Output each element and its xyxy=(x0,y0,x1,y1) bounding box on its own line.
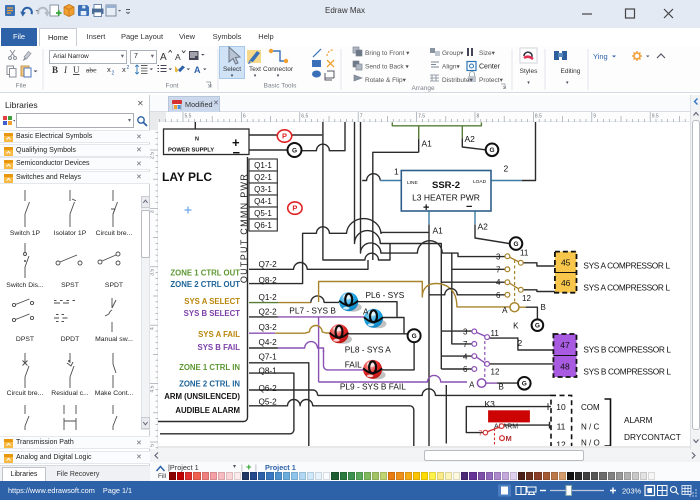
svg-text:11: 11 xyxy=(491,329,500,338)
svg-text:ZONE 2 CTRL OUT: ZONE 2 CTRL OUT xyxy=(170,280,240,289)
svg-text:10: 10 xyxy=(556,402,566,412)
svg-text:Q6-1: Q6-1 xyxy=(254,221,272,230)
svg-text:G: G xyxy=(535,323,540,330)
svg-text:AUDIBLE ALARM: AUDIBLE ALARM xyxy=(175,406,240,415)
svg-text:N / C: N / C xyxy=(581,423,599,432)
svg-text:6: 6 xyxy=(463,365,468,374)
svg-text:SYS A COMPRESSOR L: SYS A COMPRESSOR L xyxy=(583,261,670,271)
svg-text:3: 3 xyxy=(496,253,501,262)
svg-text:ALARM: ALARM xyxy=(624,415,653,425)
svg-text:4: 4 xyxy=(463,352,468,361)
svg-text:−: − xyxy=(466,201,472,213)
svg-text:Q7-1: Q7-1 xyxy=(259,352,278,361)
svg-text:A: A xyxy=(502,306,508,315)
svg-text:SYS B COMPRESSOR L: SYS B COMPRESSOR L xyxy=(583,345,671,355)
svg-text:4: 4 xyxy=(496,278,501,287)
svg-text:ARM (UNSILENCED): ARM (UNSILENCED) xyxy=(164,392,240,401)
svg-text:B: B xyxy=(499,382,504,391)
svg-text:G: G xyxy=(513,241,518,248)
svg-text:A1: A1 xyxy=(433,226,444,236)
svg-text:LOAD: LOAD xyxy=(473,179,487,185)
svg-text:DRYCONTACT: DRYCONTACT xyxy=(624,432,681,442)
svg-text:48: 48 xyxy=(560,362,570,372)
svg-text:Q2-1: Q2-1 xyxy=(254,173,272,182)
svg-text:7: 7 xyxy=(496,265,501,274)
svg-text:46: 46 xyxy=(561,278,571,288)
svg-text:11: 11 xyxy=(557,422,566,432)
svg-text:Q5-1: Q5-1 xyxy=(254,209,272,218)
svg-text:LAY PLC: LAY PLC xyxy=(162,170,212,184)
svg-text:2: 2 xyxy=(504,164,509,174)
svg-text:−: − xyxy=(233,145,241,160)
svg-text:ALARM: ALARM xyxy=(494,424,518,431)
svg-text:11: 11 xyxy=(520,249,529,258)
svg-text:G: G xyxy=(489,147,494,154)
svg-text:FAIL: FAIL xyxy=(345,359,362,369)
svg-text:+: + xyxy=(423,202,429,214)
svg-text:Q5-2: Q5-2 xyxy=(259,398,278,407)
svg-text:Q1-2: Q1-2 xyxy=(259,293,278,302)
svg-text:G: G xyxy=(292,147,297,154)
svg-text:45: 45 xyxy=(561,258,571,268)
svg-text:K3: K3 xyxy=(485,399,496,409)
svg-text:Q8-1: Q8-1 xyxy=(259,367,278,376)
svg-text:SYS A SELECT: SYS A SELECT xyxy=(184,297,240,306)
svg-text:P: P xyxy=(292,204,297,213)
svg-text:A2: A2 xyxy=(478,222,489,232)
svg-text:Q2-2: Q2-2 xyxy=(259,307,278,316)
svg-text:7: 7 xyxy=(463,340,468,349)
svg-text:OUTPUT CMMN PWR: OUTPUT CMMN PWR xyxy=(239,173,249,283)
svg-text:P: P xyxy=(282,132,287,141)
svg-text:SYS A COMPRESSOR L: SYS A COMPRESSOR L xyxy=(583,283,670,293)
svg-text:Q3-2: Q3-2 xyxy=(259,323,278,332)
svg-text:SSR-2: SSR-2 xyxy=(432,180,460,191)
svg-text:ZONE 2 CTRL IN: ZONE 2 CTRL IN xyxy=(179,379,240,388)
svg-text:POWER SUPPLY: POWER SUPPLY xyxy=(168,148,214,154)
svg-text:G: G xyxy=(522,381,527,388)
svg-text:47: 47 xyxy=(560,340,570,350)
svg-text:SYS B SELECT: SYS B SELECT xyxy=(184,309,241,318)
svg-text:Q1-1: Q1-1 xyxy=(254,161,272,170)
svg-text:A: A xyxy=(469,380,475,389)
svg-text:6: 6 xyxy=(496,291,501,300)
svg-text:3: 3 xyxy=(463,327,468,336)
svg-text:203%: 203% xyxy=(622,487,642,496)
svg-text:SYS A FAIL: SYS A FAIL xyxy=(198,330,240,339)
svg-text:7: 7 xyxy=(479,431,483,438)
svg-text:PL7 - SYS B: PL7 - SYS B xyxy=(289,305,336,315)
svg-text:M: M xyxy=(506,434,512,443)
svg-text:ZONE 1 CTRL IN: ZONE 1 CTRL IN xyxy=(179,363,240,372)
svg-text:COM: COM xyxy=(581,403,600,412)
svg-text:Q7-2: Q7-2 xyxy=(259,260,278,269)
svg-text:Q4-2: Q4-2 xyxy=(259,338,278,347)
svg-text:G: G xyxy=(412,333,417,340)
svg-text:ZONE 1 CTRL OUT: ZONE 1 CTRL OUT xyxy=(170,269,240,278)
svg-text:12: 12 xyxy=(522,294,531,303)
svg-text:PL9 - SYS B FAIL: PL9 - SYS B FAIL xyxy=(340,381,406,391)
svg-text:A2: A2 xyxy=(465,134,476,144)
svg-text:PL8 - SYS A: PL8 - SYS A xyxy=(345,344,392,354)
svg-text:12: 12 xyxy=(491,368,500,377)
svg-text:N: N xyxy=(195,137,199,143)
svg-text:K: K xyxy=(513,321,519,330)
svg-text:Q6-2: Q6-2 xyxy=(259,384,278,393)
svg-text:LINE: LINE xyxy=(407,180,418,186)
svg-text:B: B xyxy=(541,303,546,312)
svg-text:PL6 - SYS: PL6 - SYS xyxy=(366,290,405,300)
svg-text:1: 1 xyxy=(394,167,399,177)
svg-text:A1: A1 xyxy=(422,139,433,149)
svg-text:Q4-1: Q4-1 xyxy=(254,197,272,206)
svg-text:Q8-2: Q8-2 xyxy=(259,276,278,285)
svg-text:SYS B COMPRESSOR L: SYS B COMPRESSOR L xyxy=(583,367,671,377)
svg-text:SYS B FAIL: SYS B FAIL xyxy=(198,343,241,352)
svg-text:2: 2 xyxy=(518,338,523,348)
svg-text:A: A xyxy=(363,306,369,316)
svg-text:Q3-1: Q3-1 xyxy=(254,185,272,194)
